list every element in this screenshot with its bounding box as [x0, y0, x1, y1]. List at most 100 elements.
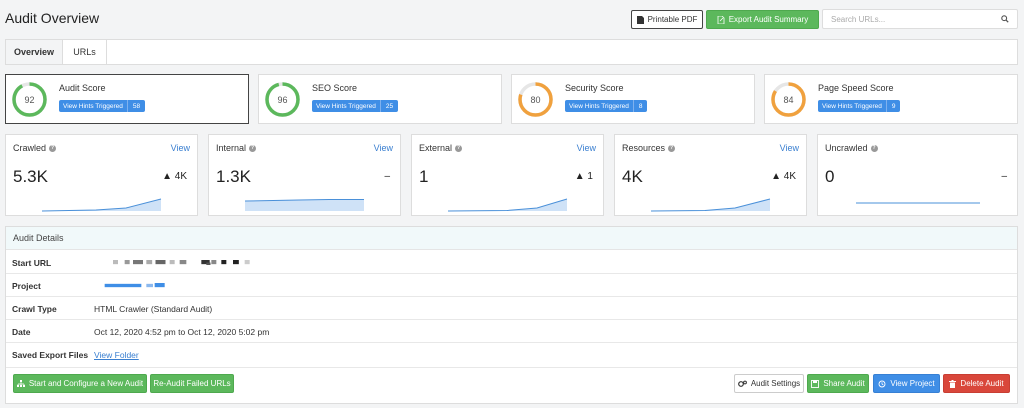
score-label: Security Score — [565, 83, 624, 93]
stat-delta: ▲ 4K — [162, 171, 187, 182]
search-icon[interactable] — [1001, 15, 1009, 23]
hints-label: View Hints Triggered — [59, 100, 128, 112]
detail-row-crawl-type: Crawl Type HTML Crawler (Standard Audit) — [6, 297, 1017, 320]
score-ring: 84 — [770, 81, 807, 118]
score-label: Audit Score — [59, 83, 106, 93]
stat-card-uncrawled: Uncrawled? 0 – — [817, 134, 1018, 216]
hints-label: View Hints Triggered — [312, 100, 381, 112]
score-ring: 92 — [11, 81, 48, 118]
detail-label: Crawl Type — [12, 304, 57, 314]
score-label: SEO Score — [312, 83, 358, 93]
score-card-audit[interactable]: 92 Audit Score View Hints Triggered 58 — [5, 74, 249, 124]
score-ring: 96 — [264, 81, 301, 118]
audit-details-title: Audit Details — [13, 233, 64, 243]
sitemap-icon — [16, 379, 25, 387]
export-file-icon — [717, 15, 725, 24]
stat-label: Uncrawled? — [825, 143, 878, 153]
gears-icon — [737, 380, 747, 387]
detail-label: Saved Export Files — [12, 350, 89, 360]
delete-audit-label: Delete Audit — [960, 379, 1004, 388]
share-audit-button[interactable]: Share Audit — [807, 374, 869, 393]
view-hints-button[interactable]: View Hints Triggered 8 — [565, 100, 648, 112]
stat-label: Crawled? — [13, 143, 57, 153]
printable-pdf-button[interactable]: Printable PDF — [631, 10, 703, 29]
file-icon — [636, 15, 644, 24]
history-icon — [878, 380, 886, 387]
tab-urls[interactable]: URLs — [63, 40, 107, 64]
score-ring: 80 — [517, 81, 554, 118]
stat-card-external: External? View 1 ▲ 1 — [411, 134, 604, 216]
hints-count: 58 — [132, 102, 141, 110]
detail-label: Date — [12, 327, 31, 337]
search-input[interactable] — [823, 10, 993, 28]
score-card-security[interactable]: 80 Security Score View Hints Triggered 8 — [511, 74, 755, 124]
stat-card-crawled: Crawled? View 5.3K ▲ 4K — [5, 134, 198, 216]
detail-row-project: Project — [6, 274, 1017, 297]
help-icon[interactable]: ? — [668, 144, 676, 152]
detail-value: HTML Crawler (Standard Audit) — [94, 304, 213, 314]
view-link[interactable]: View — [780, 143, 799, 153]
sparkline-chart — [856, 202, 980, 204]
audit-details-panel: Audit Details Start URL Project Crawl Ty… — [5, 226, 1018, 404]
stat-card-resources: Resources? View 4K ▲ 4K — [614, 134, 807, 216]
view-folder-link[interactable]: View Folder — [94, 350, 139, 360]
help-icon[interactable]: ? — [49, 144, 57, 152]
score-value: 84 — [783, 94, 794, 105]
view-hints-button[interactable]: View Hints Triggered 25 — [312, 100, 399, 112]
stat-value: 4K — [622, 167, 643, 186]
detail-label: Start URL — [12, 258, 52, 268]
reaudit-failed-button[interactable]: Re-Audit Failed URLs — [150, 374, 234, 393]
stat-value: 1.3K — [216, 167, 251, 186]
view-hints-button[interactable]: View Hints Triggered 9 — [818, 100, 901, 112]
sparkline-chart — [41, 198, 162, 212]
score-value: 92 — [24, 94, 35, 105]
score-label: Page Speed Score — [818, 83, 894, 93]
trash-icon — [949, 379, 957, 388]
score-value: 80 — [530, 94, 541, 105]
stat-delta: – — [384, 171, 390, 182]
view-link[interactable]: View — [374, 143, 393, 153]
hints-label: View Hints Triggered — [565, 100, 634, 112]
help-icon[interactable]: ? — [249, 144, 257, 152]
detail-row-date: Date Oct 12, 2020 4:52 pm to Oct 12, 202… — [6, 320, 1017, 343]
stat-delta: ▲ 4K — [771, 171, 796, 182]
help-icon[interactable]: ? — [455, 144, 463, 152]
page-title: Audit Overview — [5, 10, 100, 26]
save-icon — [811, 379, 820, 388]
view-project-label: View Project — [890, 379, 935, 388]
help-icon[interactable]: ? — [870, 144, 878, 152]
redacted-project-link[interactable] — [98, 283, 178, 288]
footer-divider — [6, 367, 1017, 368]
score-card-page-speed[interactable]: 84 Page Speed Score View Hints Triggered… — [764, 74, 1018, 124]
hints-label: View Hints Triggered — [818, 100, 887, 112]
detail-row-saved-export-files: Saved Export Files View Folder — [6, 343, 1017, 366]
stat-value: 0 — [825, 167, 835, 186]
reaudit-failed-label: Re-Audit Failed URLs — [153, 379, 231, 388]
view-link[interactable]: View — [171, 143, 190, 153]
audit-settings-label: Audit Settings — [750, 379, 801, 388]
score-card-seo[interactable]: 96 SEO Score View Hints Triggered 25 — [258, 74, 502, 124]
sparkline-chart — [650, 198, 771, 212]
stat-label: Resources? — [622, 143, 676, 153]
audit-details-header: Audit Details — [6, 227, 1017, 250]
view-link[interactable]: View — [577, 143, 596, 153]
view-project-button[interactable]: View Project — [873, 374, 940, 393]
tab-overview[interactable]: Overview — [6, 40, 63, 64]
export-audit-summary-button[interactable]: Export Audit Summary — [706, 10, 819, 29]
score-value: 96 — [277, 94, 288, 105]
detail-row-start-url: Start URL — [6, 251, 1017, 274]
audit-settings-button[interactable]: Audit Settings — [734, 374, 804, 393]
view-hints-button[interactable]: View Hints Triggered 58 — [59, 100, 146, 112]
stat-card-internal: Internal? View 1.3K – — [208, 134, 401, 216]
stat-label: External? — [419, 143, 463, 153]
hints-count: 9 — [891, 102, 896, 110]
tab-bar: Overview URLs — [5, 39, 1018, 65]
share-audit-label: Share Audit — [823, 379, 865, 388]
stat-delta: ▲ 1 — [574, 171, 593, 182]
start-new-audit-button[interactable]: Start and Configure a New Audit — [13, 374, 147, 393]
delete-audit-button[interactable]: Delete Audit — [943, 374, 1010, 393]
hints-count: 8 — [638, 102, 643, 110]
stat-label: Internal? — [216, 143, 257, 153]
detail-value: Oct 12, 2020 4:52 pm to Oct 12, 2020 5:0… — [94, 327, 270, 337]
sparkline-chart — [447, 198, 568, 212]
